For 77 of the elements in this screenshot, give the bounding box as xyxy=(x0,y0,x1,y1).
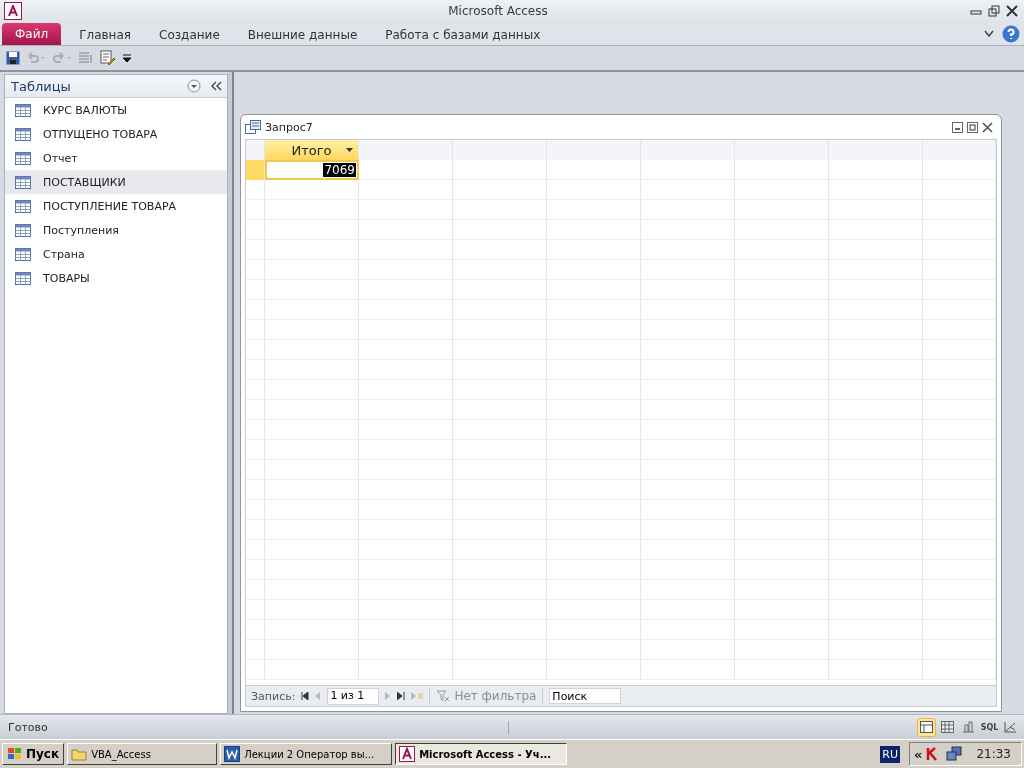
taskbar-button[interactable]: Лекции 2 Оператор вы... xyxy=(220,743,393,765)
previous-record-icon[interactable] xyxy=(315,692,322,700)
record-position-field[interactable]: 1 из 1 xyxy=(327,687,380,705)
table-icon xyxy=(15,127,31,141)
minimize-icon[interactable] xyxy=(952,121,963,133)
folder-icon xyxy=(71,747,88,761)
filter-icon xyxy=(436,690,451,702)
nav-item[interactable]: Страна xyxy=(5,242,227,266)
expand-tray-button[interactable]: « xyxy=(914,746,923,762)
restore-icon[interactable] xyxy=(967,121,978,133)
table-icon xyxy=(15,175,31,189)
chevron-down-icon[interactable] xyxy=(984,30,994,38)
nav-item[interactable]: ПОСТУПЛЕНИЕ ТОВАРА xyxy=(5,194,227,218)
nav-item[interactable]: Отчет xyxy=(5,146,227,170)
column-header[interactable] xyxy=(923,140,996,160)
window-title: Microsoft Access xyxy=(447,4,549,18)
select-all-corner[interactable] xyxy=(246,140,265,160)
close-icon[interactable] xyxy=(982,121,993,133)
table-icon xyxy=(15,103,31,117)
table-icon xyxy=(15,247,31,261)
customize-icon[interactable] xyxy=(122,53,132,63)
dropdown-arrow-icon[interactable] xyxy=(346,148,353,152)
ribbon-tab[interactable]: Внешние данные xyxy=(233,25,372,45)
last-record-icon[interactable] xyxy=(397,692,406,700)
app-icon xyxy=(399,746,416,762)
ribbon-tab[interactable]: Создание xyxy=(145,25,234,45)
next-record-icon[interactable] xyxy=(385,692,392,700)
language-indicator[interactable]: RU xyxy=(880,745,900,763)
document-icon xyxy=(224,746,241,762)
table-icon xyxy=(15,199,31,213)
nav-item[interactable]: КУРС ВАЛЮТЫ xyxy=(5,98,227,122)
taskbar-button[interactable]: Microsoft Access - Уч... xyxy=(395,743,568,765)
datasheet-view-button[interactable] xyxy=(917,717,936,737)
row-selector[interactable] xyxy=(246,160,265,180)
ribbon-tab[interactable]: Работа с базами данных xyxy=(371,25,555,45)
ribbon-tab[interactable]: Главная xyxy=(65,25,145,45)
app-icon xyxy=(4,2,22,20)
first-record-icon[interactable] xyxy=(301,692,310,700)
windows-logo-icon xyxy=(7,747,23,761)
column-header[interactable] xyxy=(829,140,923,160)
table-cell[interactable]: 7069 xyxy=(265,160,359,180)
redo-icon[interactable] xyxy=(52,51,72,65)
column-header[interactable] xyxy=(641,140,735,160)
start-button[interactable]: Пуск xyxy=(2,743,65,765)
nav-item[interactable]: ПОСТАВЩИКИ xyxy=(5,170,227,194)
nav-item[interactable]: Поступления xyxy=(5,218,227,242)
column-header[interactable]: Итого xyxy=(265,140,359,160)
column-header[interactable] xyxy=(453,140,547,160)
status-text: Готово xyxy=(8,720,509,734)
close-icon[interactable] xyxy=(1006,5,1018,17)
search-field[interactable]: Поиск xyxy=(549,688,622,704)
nav-pane-title: Таблицы xyxy=(11,78,72,94)
file-tab[interactable]: Файл xyxy=(2,23,62,45)
nav-item[interactable]: ОТПУЩЕНО ТОВАРА xyxy=(5,122,227,146)
new-record-icon[interactable] xyxy=(411,692,424,700)
taskbar-button[interactable]: VBA_Access xyxy=(67,743,218,765)
nav-item[interactable]: ТОВАРЫ xyxy=(5,266,227,290)
record-label: Запись: xyxy=(251,689,296,703)
query-window-title: Запрос7 xyxy=(265,120,314,134)
collapse-icon[interactable] xyxy=(209,80,223,92)
table-icon xyxy=(15,271,31,285)
dropdown-icon[interactable] xyxy=(187,79,201,93)
query-icon xyxy=(245,120,261,134)
network-icon[interactable] xyxy=(946,746,963,762)
edit-document-icon[interactable] xyxy=(100,50,116,66)
list-icon[interactable] xyxy=(78,51,94,65)
column-header[interactable] xyxy=(547,140,641,160)
column-header[interactable] xyxy=(735,140,829,160)
sql-view-button[interactable]: SQL xyxy=(980,717,999,737)
table-icon xyxy=(15,223,31,237)
undo-icon[interactable] xyxy=(26,51,46,65)
table-icon xyxy=(15,151,31,165)
column-header[interactable] xyxy=(359,140,453,160)
help-icon[interactable] xyxy=(1002,25,1020,43)
save-icon[interactable] xyxy=(6,51,20,65)
restore-icon[interactable] xyxy=(988,5,1000,17)
clock: 21:33 xyxy=(976,747,1011,761)
